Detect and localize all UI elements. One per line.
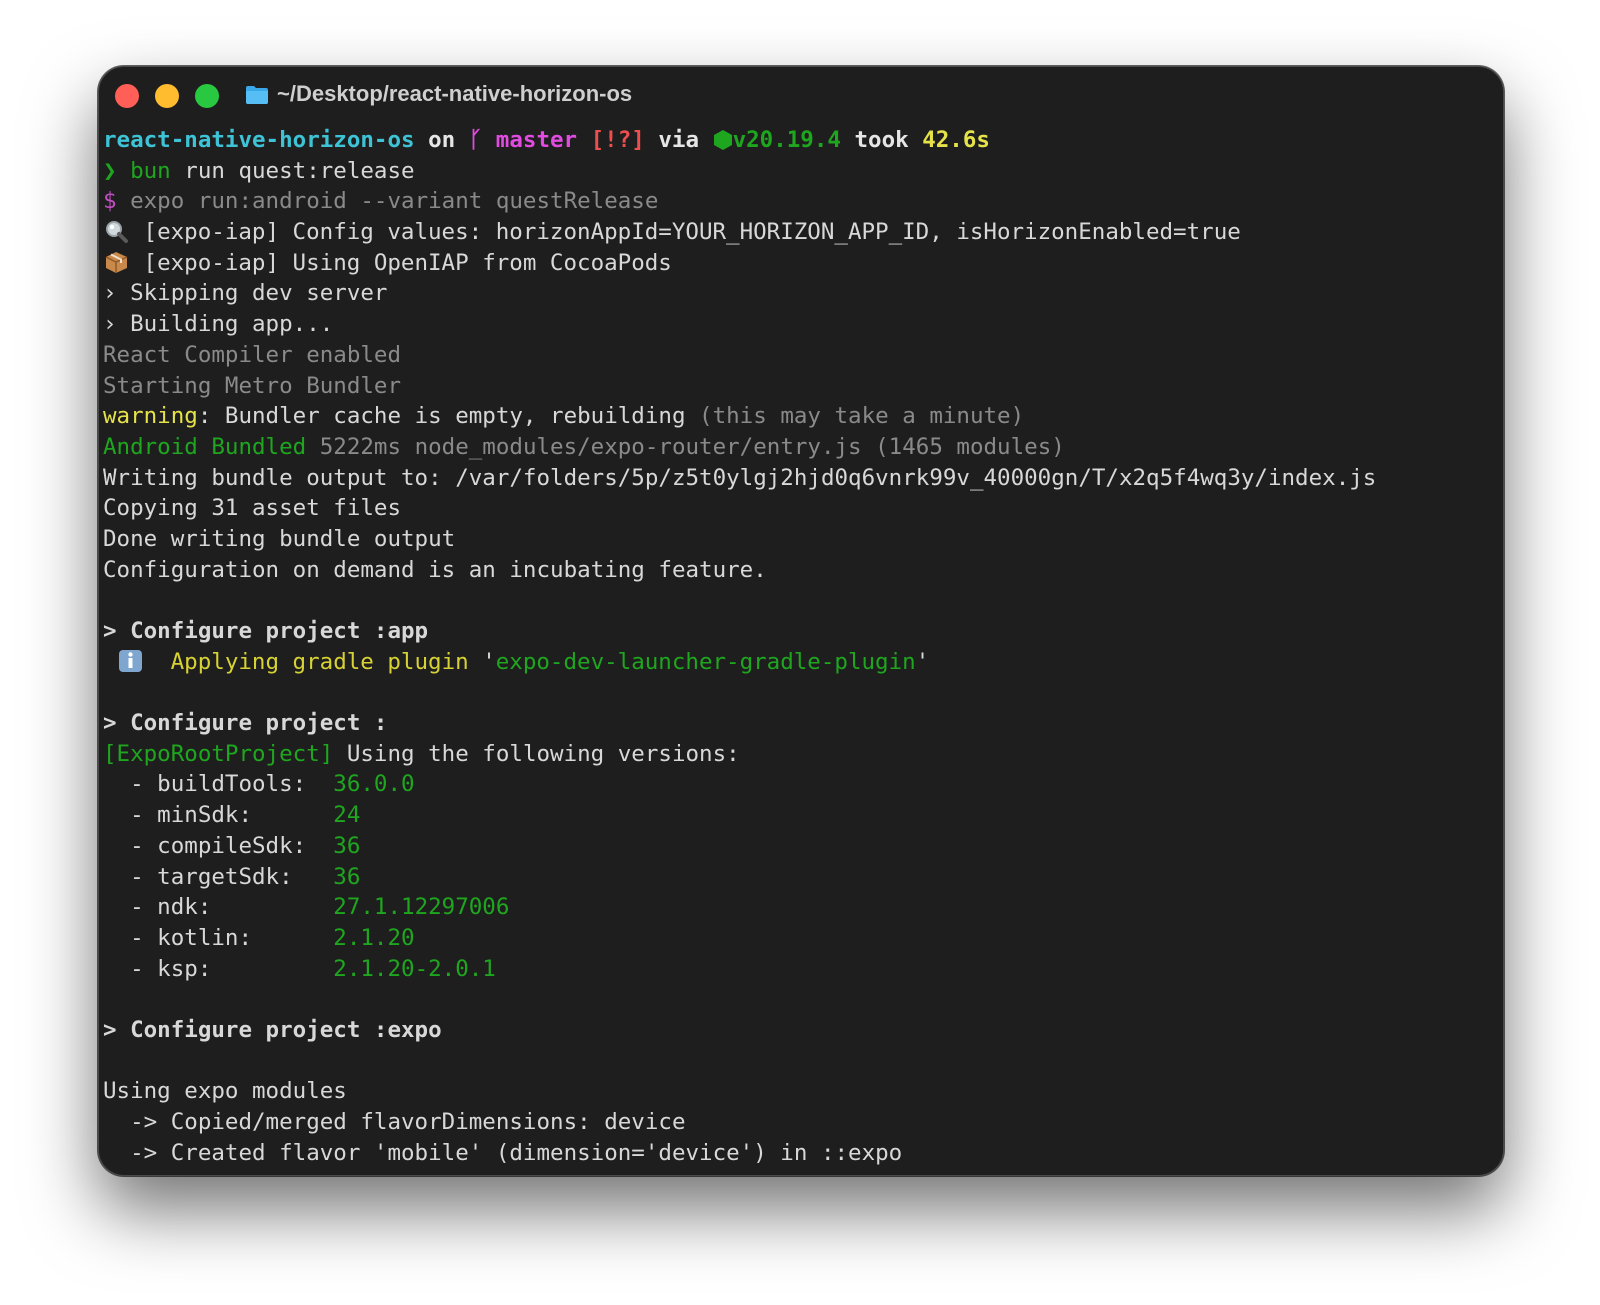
echo-command: expo run:android --variant questRelease bbox=[130, 188, 659, 215]
version-value: 24 bbox=[333, 802, 361, 829]
root-project-text: Using the following versions: bbox=[333, 740, 740, 767]
quote-open: ' bbox=[468, 648, 496, 675]
plugin-name: expo-dev-launcher-gradle-plugin bbox=[495, 648, 916, 675]
prompt-node-version: v20.19.4 bbox=[732, 127, 841, 153]
echo-command-line: $ expo run:android --variant questReleas… bbox=[103, 186, 1499, 217]
shell-prompt: react-native-horizon-os on ᚴ master [!?]… bbox=[103, 125, 1499, 156]
version-label: - ksp: bbox=[103, 955, 334, 982]
prompt-via: via bbox=[644, 127, 713, 153]
prompt-duration: 42.6s bbox=[922, 127, 990, 153]
configure-root-line: > Configure project : bbox=[103, 710, 388, 737]
version-row: - minSdk: 24 bbox=[103, 800, 1499, 831]
prompt-on: on bbox=[414, 127, 469, 153]
created-flavor-line: -> Created flavor 'mobile' (dimension='d… bbox=[103, 1139, 903, 1166]
dollar-sign: $ bbox=[103, 188, 131, 215]
root-project-tag: [ExpoRootProject] bbox=[103, 740, 334, 767]
version-row: - kotlin: 2.1.20 bbox=[103, 923, 1499, 954]
prompt-arrow: ❯ bbox=[103, 157, 131, 184]
version-value: 36 bbox=[333, 863, 361, 890]
version-value: 36.0.0 bbox=[333, 771, 415, 798]
command-args: run quest:release bbox=[170, 157, 415, 184]
close-button[interactable] bbox=[115, 84, 139, 108]
window-title: ~/Desktop/react-native-horizon-os bbox=[277, 81, 633, 106]
minimize-button[interactable] bbox=[155, 84, 179, 108]
writing-line: Writing bundle output to: /var/folders/5… bbox=[103, 464, 1377, 491]
copied-flavor-line: -> Copied/merged flavorDimensions: devic… bbox=[103, 1109, 686, 1135]
iap-openiap-text: [expo-iap] Using OpenIAP from CocoaPods bbox=[130, 249, 672, 276]
warning-note: (this may take a minute) bbox=[699, 403, 1025, 430]
version-value: 2.1.20-2.0.1 bbox=[333, 955, 496, 982]
building-line: › Building app... bbox=[103, 311, 334, 338]
version-value: 27.1.12297006 bbox=[333, 894, 510, 921]
terminal-window: ~/Desktop/react-native-horizon-os react-… bbox=[98, 66, 1504, 1176]
copying-line: Copying 31 asset files bbox=[103, 495, 402, 522]
done-line: Done writing bundle output bbox=[103, 525, 456, 552]
warning-label: warning bbox=[103, 403, 198, 430]
info-icon bbox=[118, 649, 142, 672]
version-label: - kotlin: bbox=[103, 924, 334, 951]
package-box-icon bbox=[105, 251, 128, 273]
branch-icon: ᚴ bbox=[468, 127, 483, 153]
quote-close: ' bbox=[915, 648, 930, 675]
applying-plugin-line: Applying gradle plugin 'expo-dev-launche… bbox=[103, 647, 1499, 678]
version-label: - compileSdk: bbox=[103, 832, 334, 859]
version-value: 2.1.20 bbox=[333, 924, 415, 951]
configure-app-line: > Configure project :app bbox=[103, 618, 429, 644]
version-row: - targetSdk: 36 bbox=[103, 862, 1499, 893]
prompt-branch: master bbox=[482, 127, 591, 153]
warning-line: warning: Bundler cache is empty, rebuild… bbox=[103, 401, 1499, 432]
prompt-directory: react-native-horizon-os bbox=[103, 127, 415, 153]
warning-text: : Bundler cache is empty, rebuilding bbox=[197, 403, 700, 430]
folder-icon bbox=[246, 86, 268, 104]
iap-openiap-line: [expo-iap] Using OpenIAP from CocoaPods bbox=[103, 248, 1499, 279]
prompt-took: took bbox=[840, 127, 923, 153]
command-line: ❯ bun run quest:release bbox=[103, 156, 1499, 187]
version-label: - targetSdk: bbox=[103, 863, 334, 890]
command-tool: bun bbox=[130, 157, 171, 184]
version-row: - buildTools: 36.0.0 bbox=[103, 769, 1499, 800]
version-row: - ksp: 2.1.20-2.0.1 bbox=[103, 954, 1499, 985]
magnifying-glass-icon bbox=[106, 221, 128, 244]
config-demand-line: Configuration on demand is an incubating… bbox=[103, 556, 767, 583]
applying-text: Applying gradle plugin bbox=[170, 648, 469, 675]
version-value: 36 bbox=[333, 832, 361, 859]
prompt-git-status: [!?] bbox=[590, 127, 645, 153]
bundled-line: Android Bundled 5222ms node_modules/expo… bbox=[103, 432, 1499, 463]
iap-config-text: [expo-iap] Config values: horizonAppId=Y… bbox=[130, 219, 1241, 246]
terminal-output[interactable]: react-native-horizon-os on ᚴ master [!?]… bbox=[103, 125, 1499, 1175]
compiler-line: React Compiler enabled bbox=[103, 341, 402, 368]
bundled-details: 5222ms node_modules/expo-router/entry.js… bbox=[306, 433, 1065, 460]
zoom-button[interactable] bbox=[195, 84, 219, 108]
using-modules-line: Using expo modules bbox=[103, 1078, 347, 1105]
iap-config-line: [expo-iap] Config values: horizonAppId=Y… bbox=[103, 217, 1499, 248]
version-label: - buildTools: bbox=[103, 771, 334, 798]
version-row: - compileSdk: 36 bbox=[103, 831, 1499, 862]
title-bar[interactable]: ~/Desktop/react-native-horizon-os bbox=[99, 67, 1503, 123]
version-label: - minSdk: bbox=[103, 802, 334, 829]
root-project-line: [ExpoRootProject] Using the following ve… bbox=[103, 739, 1499, 770]
bundled-label: Android Bundled bbox=[103, 433, 307, 460]
version-label: - ndk: bbox=[103, 894, 334, 921]
version-row: - ndk: 27.1.12297006 bbox=[103, 892, 1499, 923]
skipping-line: › Skipping dev server bbox=[103, 280, 388, 307]
node-hexagon-icon bbox=[713, 130, 732, 150]
metro-line: Starting Metro Bundler bbox=[103, 372, 402, 399]
configure-expo-line: > Configure project :expo bbox=[103, 1016, 442, 1043]
